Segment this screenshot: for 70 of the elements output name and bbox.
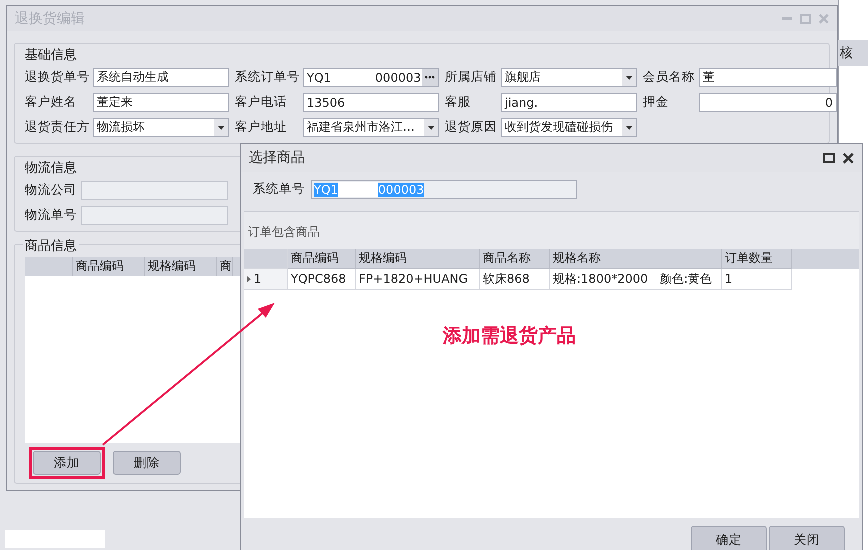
row-indicator[interactable]: 1 — [244, 269, 288, 290]
input-field[interactable]: 物流损坏 — [93, 118, 229, 137]
annotation-text: 添加需退货产品 — [443, 324, 576, 349]
field-value: 000003 — [375, 70, 422, 84]
field-value: 收到货发现磕碰损伤 — [505, 119, 613, 136]
field-label: 退货原因 — [445, 119, 495, 136]
field-label: 押金 — [643, 94, 670, 111]
field-label: 物流公司 — [25, 182, 75, 199]
column-header[interactable]: 规格编码 — [356, 249, 480, 269]
field-value: 旗舰店 — [505, 69, 541, 86]
group-title: 商品信息 — [23, 237, 79, 255]
column-header[interactable]: 商品名称 — [480, 249, 550, 269]
field-value: 福建省泉州市洛江… — [307, 119, 415, 136]
field-label: 客户姓名 — [25, 94, 78, 111]
input-field[interactable]: 系统自动生成 — [93, 68, 229, 87]
toolbar-button[interactable]: 删除 — [113, 451, 181, 475]
column-header[interactable]: 商品编码 — [73, 257, 145, 276]
field-value: YQ1 — [314, 182, 338, 196]
group-title: 物流信息 — [23, 159, 79, 177]
field-value: 董定来 — [97, 94, 133, 111]
input-field[interactable]: 董定来 — [93, 93, 229, 112]
ellipsis-icon — [425, 76, 435, 79]
field-label: 系统订单号 — [235, 69, 297, 86]
table-cell: 1 — [722, 269, 792, 290]
column-header[interactable]: 商 — [217, 257, 233, 276]
field-value: 系统自动生成 — [97, 69, 169, 86]
table-cell: YQPC868 — [288, 269, 356, 290]
field-label: 客户地址 — [235, 119, 288, 136]
input-field[interactable]: 董 — [699, 68, 837, 87]
column-header[interactable]: 规格名称 — [550, 249, 722, 269]
toolbar-button[interactable]: 添加 — [33, 451, 101, 475]
dialog-button[interactable]: 关闭 — [769, 526, 845, 550]
field-value: 物流损坏 — [97, 119, 145, 136]
field-value: 董 — [703, 69, 715, 86]
input-field[interactable]: 收到货发现磕碰损伤 — [501, 118, 637, 137]
column-header[interactable]: 商品编码 — [288, 249, 356, 269]
field-label: 会员名称 — [643, 69, 693, 86]
input-field[interactable] — [5, 530, 105, 548]
field-label: 退换货单号 — [25, 69, 87, 86]
input-field[interactable]: 13506 — [303, 93, 439, 112]
column-header[interactable]: 规格编码 — [145, 257, 217, 276]
column-header[interactable]: 订单数量 — [722, 249, 792, 269]
field-label: 客户电话 — [235, 94, 288, 111]
ellipsis-button[interactable] — [422, 69, 438, 86]
redacted-area — [338, 182, 378, 197]
input-field[interactable]: 旗舰店 — [501, 68, 637, 87]
close-icon[interactable] — [843, 152, 854, 164]
field-label: 所属店铺 — [445, 69, 495, 86]
group-title: 基础信息 — [23, 46, 79, 64]
panel-title: 订单包含商品 — [247, 224, 321, 241]
maximize-icon[interactable] — [823, 153, 835, 163]
input-field[interactable]: YQ1 000003 — [303, 68, 439, 87]
field-label: 客服 — [445, 94, 472, 111]
field-label: 系统单号 — [253, 181, 305, 198]
input-field[interactable]: 0 — [699, 93, 837, 112]
input-field[interactable]: jiang. — [501, 93, 637, 112]
dialog-title: 选择商品 — [249, 149, 306, 167]
field-label: 物流单号 — [25, 207, 75, 224]
dialog-button[interactable]: 确定 — [691, 526, 767, 550]
input-field[interactable]: 福建省泉州市洛江… — [303, 118, 439, 137]
field-value: 0 — [825, 96, 833, 110]
table-cell: 软床868 — [480, 269, 550, 290]
column-header: 核 — [838, 40, 868, 66]
table-cell: 规格:1800*2000 颜色:黄色 — [550, 269, 722, 290]
field-label: 退货责任方 — [25, 119, 87, 136]
field-value: YQ1 — [307, 70, 332, 84]
field-value: 13506 — [307, 96, 346, 110]
table-cell: FP+1820+HUANG — [356, 269, 480, 290]
field-value: jiang. — [505, 96, 538, 110]
field-value: 000003 — [378, 182, 424, 196]
